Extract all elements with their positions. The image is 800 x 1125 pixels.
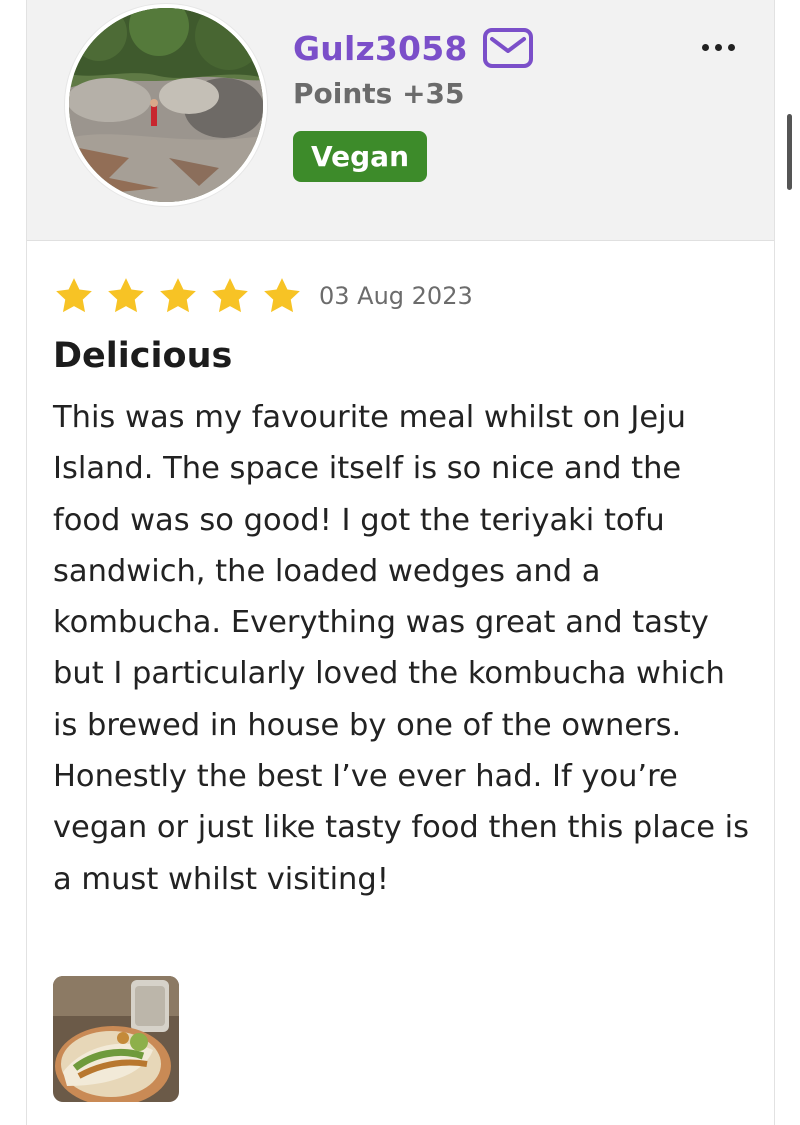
review-title: Delicious	[53, 336, 233, 376]
review-date: 03 Aug 2023	[319, 282, 473, 310]
scrollbar[interactable]	[787, 114, 792, 190]
star-icon	[261, 275, 303, 317]
star-icon	[157, 275, 199, 317]
food-photo-icon	[53, 976, 179, 1102]
username-link[interactable]: Gulz3058	[293, 29, 468, 68]
reviewer-header: Gulz3058 Points +35 Vegan	[27, 0, 774, 241]
mail-icon[interactable]	[482, 27, 534, 69]
rating-row: 03 Aug 2023	[53, 272, 473, 320]
review-photo-thumbnail[interactable]	[53, 976, 179, 1102]
avatar-photo-icon	[69, 8, 263, 202]
review-body: This was my favourite meal whilst on Jej…	[53, 400, 750, 897]
star-icon	[53, 275, 95, 317]
username-row: Gulz3058	[293, 24, 534, 72]
reviewer-avatar[interactable]	[65, 4, 267, 206]
diet-badge: Vegan	[293, 131, 427, 182]
more-options-icon[interactable]	[693, 32, 743, 62]
points-label: Points +35	[293, 77, 465, 110]
star-icon	[105, 275, 147, 317]
star-icon	[209, 275, 251, 317]
review-card: Gulz3058 Points +35 Vegan 03 Aug 2023 De…	[26, 0, 775, 1125]
